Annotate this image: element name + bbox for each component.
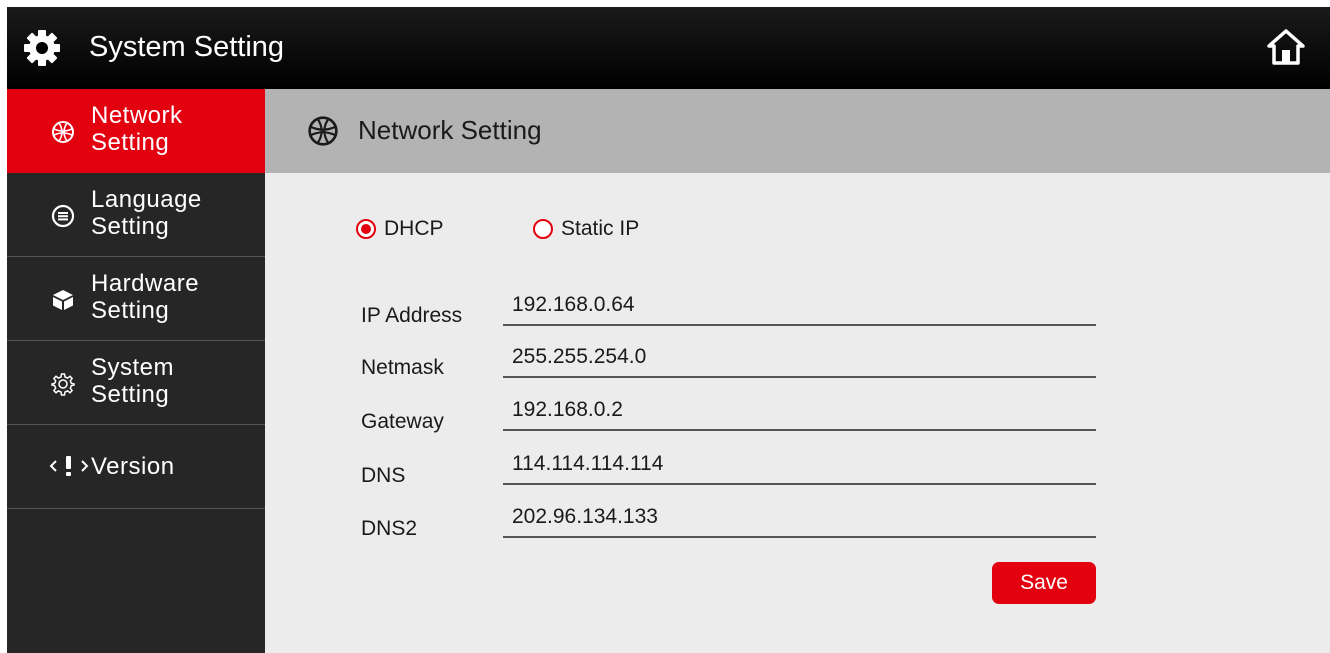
dns-label: DNS [361, 464, 406, 487]
sidebar-item-hardware-setting[interactable]: Hardware Setting [7, 257, 265, 341]
hardware-box-icon [53, 290, 73, 310]
netmask-input[interactable] [503, 342, 1096, 378]
app-window: System Setting Network Setting Language … [7, 7, 1330, 653]
settings-gear-icon [51, 373, 75, 396]
radio-checked-icon [356, 219, 376, 239]
static-ip-radio-label: Static IP [561, 217, 640, 240]
sidebar-item-label: Hardware Setting [91, 270, 200, 324]
home-icon[interactable] [1266, 28, 1306, 66]
dhcp-radio[interactable]: DHCP [356, 217, 444, 241]
section-title: Network Setting [358, 115, 542, 145]
network-globe-icon [52, 121, 74, 143]
ip-address-label: IP Address [361, 304, 463, 327]
static-ip-radio[interactable]: Static IP [533, 217, 639, 241]
app-title: System Setting [89, 31, 285, 63]
title-bar: System Setting [7, 7, 1330, 89]
dhcp-radio-label: DHCP [384, 217, 444, 240]
radio-unchecked-icon [533, 219, 553, 239]
sidebar-item-language-setting[interactable]: Language Setting [7, 173, 265, 257]
sidebar-item-label: Version [91, 453, 175, 480]
sidebar: Network Setting Language Setting Hardwar… [7, 89, 265, 653]
network-globe-icon [308, 116, 338, 146]
gateway-input[interactable] [503, 395, 1096, 431]
dns-input[interactable] [503, 449, 1096, 485]
ip-address-input[interactable] [503, 290, 1096, 326]
gateway-label: Gateway [361, 410, 444, 433]
dns2-label: DNS2 [361, 517, 418, 540]
language-icon [51, 204, 75, 228]
sidebar-item-label: Network Setting [91, 102, 183, 156]
version-icon [49, 456, 89, 476]
network-settings-form: DHCP Static IP IP Address Netmask Gatewa… [265, 173, 1330, 653]
sidebar-item-label: System Setting [91, 354, 175, 408]
save-button[interactable]: Save [992, 562, 1096, 604]
dns2-input[interactable] [503, 502, 1096, 538]
sidebar-item-label: Language Setting [91, 186, 202, 240]
sidebar-item-system-setting[interactable]: System Setting [7, 341, 265, 425]
sidebar-item-network-setting[interactable]: Network Setting [7, 89, 265, 173]
gear-icon [24, 30, 60, 66]
netmask-label: Netmask [361, 356, 444, 379]
sidebar-item-version[interactable]: Version [7, 425, 265, 509]
section-header: Network Setting [265, 89, 1330, 173]
